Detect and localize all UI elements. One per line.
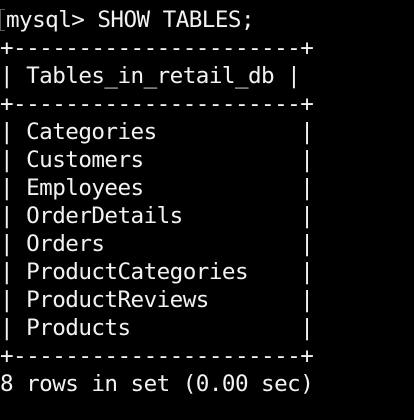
command-line: mysql> SHOW TABLES; (0, 6, 414, 34)
table-border-header: +----------------------+ (0, 91, 314, 117)
table-row-products: | Products | (0, 315, 314, 341)
table-row-customers: | Customers | (0, 147, 314, 173)
result-summary: 8 rows in set (0.00 sec) (0, 371, 314, 397)
table-row-employees: | Employees | (0, 175, 314, 201)
table-border-top: +----------------------+ (0, 35, 314, 61)
table-row-orderdetails: | OrderDetails | (0, 203, 314, 229)
table-row-categories: | Categories | (0, 119, 314, 145)
table-row-productreviews: | ProductReviews | (0, 287, 314, 313)
command-text: SHOW TABLES; (97, 7, 255, 33)
table-border-bottom: +----------------------+ (0, 343, 314, 369)
table-row-orders: | Orders | (0, 231, 314, 257)
table-header-row: | Tables_in_retail_db | (0, 63, 301, 89)
mysql-prompt: mysql> (6, 7, 98, 33)
selection-bracket-marker (0, 9, 5, 31)
table-row-productcategories: | ProductCategories | (0, 259, 314, 285)
terminal-window[interactable]: mysql> SHOW TABLES; +-------------------… (0, 0, 414, 420)
